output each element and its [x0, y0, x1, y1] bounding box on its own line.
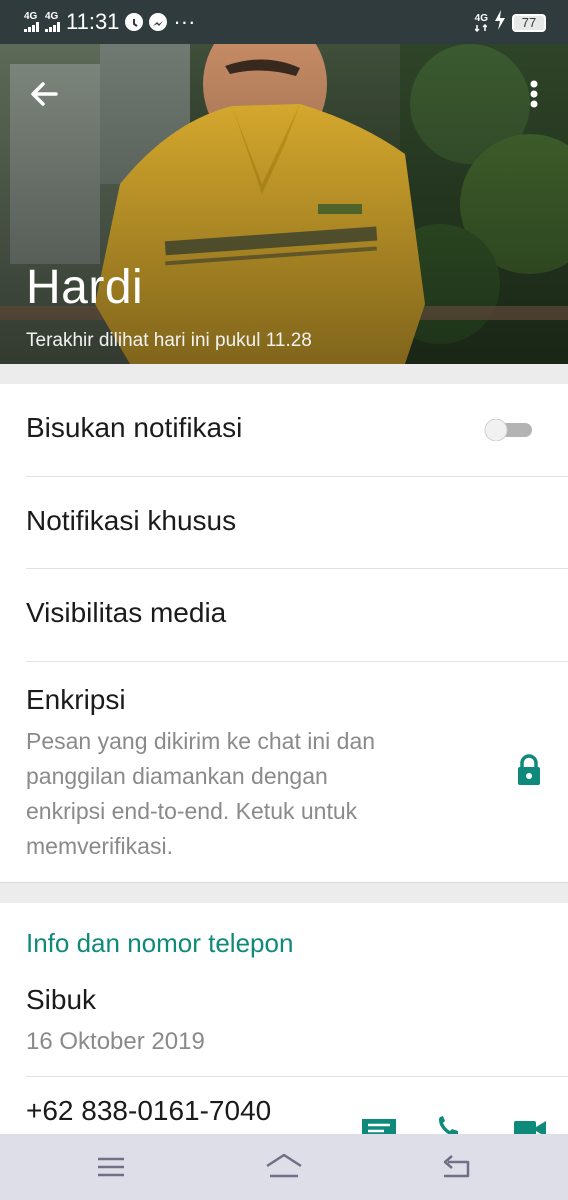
- messenger-icon: [149, 13, 168, 31]
- encryption-label: Enkripsi: [26, 684, 126, 715]
- back-button[interactable]: [24, 74, 64, 114]
- clock-icon: [125, 13, 144, 31]
- more-notifications-icon: ···: [173, 9, 196, 34]
- contact-photo[interactable]: [0, 44, 568, 364]
- about-text: Sibuk: [26, 984, 97, 1015]
- encryption-row[interactable]: Enkripsi Pesan yang dikirim ke chat ini …: [0, 662, 568, 882]
- encryption-description: Pesan yang dikirim ke chat ini dan pangg…: [26, 728, 376, 859]
- more-vert-icon: [530, 80, 538, 108]
- back-nav-icon[interactable]: [440, 1154, 472, 1180]
- section-gap: [0, 364, 568, 384]
- navigation-bar: [0, 1134, 568, 1200]
- media-visibility-row[interactable]: Visibilitas media: [0, 569, 568, 661]
- status-time: 11:31: [66, 9, 120, 34]
- video-call-icon[interactable]: [512, 1117, 548, 1134]
- signal-icon-2: 4G: [45, 12, 60, 32]
- overflow-menu-button[interactable]: [520, 74, 548, 114]
- about-date: 16 Oktober 2019: [26, 1028, 205, 1055]
- contact-name: Hardi: [26, 261, 144, 314]
- mute-notifications-label: Bisukan notifikasi: [26, 412, 243, 443]
- custom-notifications-row[interactable]: Notifikasi khusus: [0, 477, 568, 569]
- battery-icon: 77: [512, 13, 546, 32]
- about-row[interactable]: Sibuk 16 Oktober 2019: [0, 972, 568, 1076]
- contact-header: Hardi Terakhir dilihat hari ini pukul 11…: [0, 44, 568, 364]
- custom-notifications-label: Notifikasi khusus: [26, 505, 237, 536]
- phone-row[interactable]: +62 838-0161-7040: [0, 1077, 568, 1134]
- phone-number: +62 838-0161-7040: [26, 1095, 272, 1126]
- last-seen-status: Terakhir dilihat hari ini pukul 11.28: [26, 330, 312, 351]
- home-icon[interactable]: [264, 1152, 304, 1180]
- charging-icon: [494, 10, 506, 35]
- back-arrow-icon: [31, 82, 58, 106]
- signal-icon: 4G: [24, 12, 39, 32]
- lock-icon: [518, 754, 540, 785]
- info-section-title: Info dan nomor telepon: [26, 928, 294, 958]
- message-icon[interactable]: [360, 1117, 400, 1134]
- wifi-icon: 4G: [474, 13, 488, 32]
- recent-apps-icon[interactable]: [96, 1156, 126, 1178]
- mute-notifications-row[interactable]: Bisukan notifikasi: [0, 384, 568, 476]
- voice-call-icon[interactable]: [436, 1115, 460, 1134]
- status-bar: 4G 4G 11:31 ··· 4G 77: [0, 0, 568, 44]
- section-gap: [0, 882, 568, 903]
- mute-toggle[interactable]: [482, 419, 532, 441]
- media-visibility-label: Visibilitas media: [26, 597, 227, 628]
